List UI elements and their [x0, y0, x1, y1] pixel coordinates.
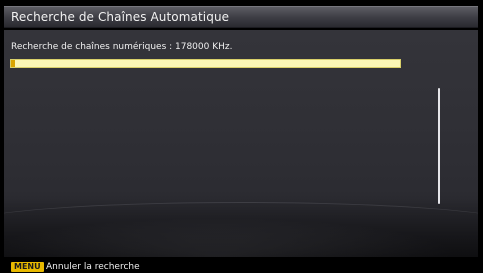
scan-panel: Recherche de chaînes numériques : 178000…	[4, 30, 478, 257]
dialog-title: Recherche de Chaînes Automatique	[11, 10, 230, 24]
footer-hint-bar: MENU Annuler la recherche	[0, 260, 483, 273]
cancel-search-label: Annuler la recherche	[46, 262, 140, 272]
channel-list-scrollbar[interactable]	[438, 88, 440, 204]
scan-progress-bar	[10, 59, 401, 68]
scan-progress-fill	[11, 60, 15, 67]
panel-background-wave	[4, 197, 478, 257]
dialog-header: Recherche de Chaînes Automatique	[4, 6, 478, 28]
menu-key-badge[interactable]: MENU	[11, 262, 44, 272]
tv-screen: Recherche de Chaînes Automatique Recherc…	[0, 0, 483, 273]
scan-status-text: Recherche de chaînes numériques : 178000…	[11, 42, 233, 52]
